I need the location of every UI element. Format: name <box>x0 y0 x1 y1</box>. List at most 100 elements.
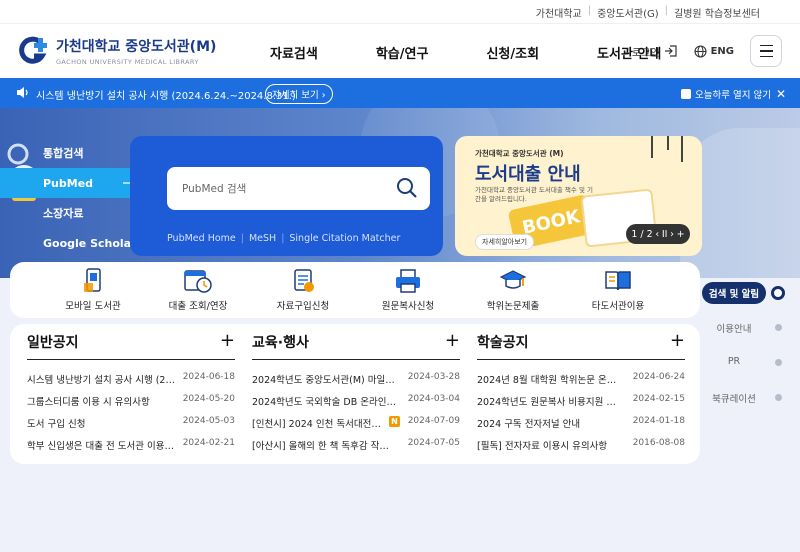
banner-title: 도서대출 안내 <box>475 164 581 185</box>
hamburger-menu-button[interactable] <box>750 35 782 67</box>
list-item-title: [아산시] 올해의 한 책 독후감 작품 공모 <box>252 441 396 452</box>
list-item[interactable]: 학부 신입생은 대출 전 도서관 이용교육을 이수해야 합니다 2024-02-2… <box>27 432 235 454</box>
promo-banner[interactable]: 가천대학교 중앙도서관 (M) 도서대출 안내 가천대학교 중앙도서관 도서대출… <box>455 136 702 256</box>
link-central-library-g[interactable]: 중앙도서관(G) <box>597 5 659 20</box>
login-label: 로그인 <box>631 47 660 59</box>
notice-more-button[interactable]: 자세히 보기 › <box>265 84 333 104</box>
prev-icon[interactable]: ‹ <box>655 229 659 240</box>
today-close-option[interactable]: 오늘하루 열지 않기 ✕ <box>680 87 786 101</box>
section-pr[interactable]: PR <box>700 356 768 367</box>
quick-loan-renewal[interactable]: 대출 조회/연장 <box>148 268 248 312</box>
nav-search[interactable]: 자료검색 <box>270 43 318 62</box>
plus-icon[interactable]: + <box>445 330 460 351</box>
list-item[interactable]: [인천시] 2024 인천 독서대전 안내 N 2024-07-09 <box>252 410 460 432</box>
calendar-clock-icon <box>184 270 212 293</box>
list-item-date: 2024-06-24 <box>632 372 685 382</box>
language-label: ENG <box>710 45 734 57</box>
search-placeholder: PubMed 검색 <box>182 183 247 195</box>
list-item-title: 시스템 냉난방기 설치 공사 시행 (2024.6.24.~2024.8.31.… <box>27 375 175 386</box>
section-book-curation[interactable]: 북큐레이션 <box>700 391 768 405</box>
tab-pubmed-label: PubMed <box>43 176 94 190</box>
site-header: 가천대학교 중앙도서관(M) GACHON UNIVERSITY MEDICAL… <box>0 24 800 78</box>
quick-loan-renewal-label: 대출 조회/연장 <box>168 301 228 312</box>
nav-apply-inquiry[interactable]: 신청/조회 <box>486 43 539 62</box>
list-item[interactable]: 그룹스터디룸 이용 시 유의사항 2024-05-20 <box>27 388 235 410</box>
list-item[interactable]: [아산시] 올해의 한 책 독후감 작품 공모 2024-07-05 <box>252 432 460 454</box>
next-icon[interactable]: › <box>670 229 674 240</box>
notice-boards: 일반공지 + 시스템 냉난방기 설치 공사 시행 (2024.6.24.~2024… <box>10 324 700 464</box>
link-gachon[interactable]: 가천대학교 <box>536 5 582 20</box>
board-education-events: 교육·행사 + 2024학년도 중앙도서관(M) 마일리지 이벤트 2024-03-… <box>252 330 460 454</box>
document-request-icon <box>294 269 314 292</box>
section-search-notices[interactable]: 검색 및 알림 <box>702 282 766 304</box>
new-badge: N <box>389 416 400 427</box>
board-academic-notices: 학술공지 + 2024년 8월 대학원 학위논문 온라인 제출 안내 2024-06… <box>477 330 685 454</box>
list-item-title: 2024학년도 국외학술 DB 온라인 교육 안내 <box>252 397 396 408</box>
list-item-title: 도서 구입 신청 <box>27 419 86 430</box>
link-mesh[interactable]: MeSH <box>249 233 276 244</box>
login-icon <box>664 45 677 57</box>
language-button[interactable]: ENG <box>694 44 734 58</box>
link-pubmed-home[interactable]: PubMed Home <box>167 233 236 244</box>
notice-more-label: 자세히 보기 <box>272 90 319 101</box>
today-checkbox[interactable] <box>680 89 691 99</box>
quick-menu: 모바일 도서관 대출 조회/연장 자료구입신청 원문복사신청 학위논문제출 타도… <box>10 262 700 318</box>
list-item[interactable]: 시스템 냉난방기 설치 공사 시행 (2024.6.24.~2024.8.31.… <box>27 366 235 388</box>
list-item-date: 2024-03-04 <box>407 394 460 404</box>
pause-icon[interactable]: II <box>662 229 668 240</box>
active-ring-icon <box>771 286 785 300</box>
list-item-title: 2024학년도 중앙도서관(M) 마일리지 이벤트 <box>252 375 396 386</box>
list-item-date: 2024-02-15 <box>632 394 685 404</box>
plus-icon[interactable]: + <box>677 229 685 240</box>
nav-learning-research[interactable]: 학습/연구 <box>376 43 429 62</box>
list-item-title: 학부 신입생은 대출 전 도서관 이용교육을 이수해야 합니다 <box>27 441 175 452</box>
list-item-date: 2024-05-03 <box>182 416 235 426</box>
logo-mark-icon <box>18 36 52 66</box>
board-title: 교육·행사 <box>252 335 309 351</box>
quick-other-library[interactable]: 타도서관이용 <box>568 268 668 312</box>
plus-icon[interactable]: + <box>220 330 235 351</box>
list-item[interactable]: 2024학년도 국외학술 DB 온라인 교육 안내 2024-03-04 <box>252 388 460 410</box>
library-logo[interactable]: 가천대학교 중앙도서관(M) GACHON UNIVERSITY MEDICAL… <box>18 36 216 66</box>
quick-copy-request[interactable]: 원문복사신청 <box>358 268 458 312</box>
list-item-title: 2024 구독 전자저널 안내 <box>477 419 581 430</box>
close-icon[interactable]: ✕ <box>776 87 786 101</box>
quick-mobile-library[interactable]: 모바일 도서관 <box>43 268 143 312</box>
list-item-title: 그룹스터디룸 이용 시 유의사항 <box>27 397 150 408</box>
list-item-date: 2024-01-18 <box>632 416 685 426</box>
list-item[interactable]: 2024학년도 중앙도서관(M) 마일리지 이벤트 2024-03-28 <box>252 366 460 388</box>
board-title: 학술공지 <box>477 335 529 351</box>
list-item[interactable]: 2024년 8월 대학원 학위논문 온라인 제출 안내 2024-06-24 <box>477 366 685 388</box>
list-item[interactable]: 2024 구독 전자저널 안내 2024-01-18 <box>477 410 685 432</box>
quick-purchase-request[interactable]: 자료구입신청 <box>253 268 353 312</box>
globe-icon <box>694 44 707 58</box>
search-icon[interactable] <box>396 177 418 199</box>
section-usage-guide[interactable]: 이용안내 <box>700 321 768 335</box>
list-item[interactable]: [필독] 전자자료 이용시 유의사항 2016-08-08 <box>477 432 685 454</box>
quick-thesis-submission[interactable]: 학위논문제출 <box>463 268 563 312</box>
list-item-title: [필독] 전자자료 이용시 유의사항 <box>477 441 608 452</box>
list-item-date: 2024-02-21 <box>182 438 235 448</box>
list-item-date: 2024-05-20 <box>182 394 235 404</box>
list-item-date: 2024-06-18 <box>182 372 235 382</box>
banner-subtitle: 가천대학교 중앙도서관 (M) <box>475 149 564 158</box>
graduation-cap-icon <box>499 270 527 289</box>
search-panel: PubMed 검색 PubMed Home | MeSH | Single Cita… <box>130 136 443 256</box>
quick-thesis-submission-label: 학위논문제출 <box>486 301 540 312</box>
search-input[interactable]: PubMed 검색 <box>167 167 430 210</box>
utility-bar: 가천대학교 | 중앙도서관(G) | 길병원 학습정보센터 <box>0 0 800 24</box>
banner-more-button[interactable]: 자세히알아보기 <box>475 234 535 250</box>
link-gil-hospital-center[interactable]: 길병원 학습정보센터 <box>674 5 760 20</box>
notice-text[interactable]: 시스템 냉난방기 설치 공사 시행 (2024.6.24.~2024.8.31.… <box>36 87 296 102</box>
list-item[interactable]: 도서 구입 신청 2024-05-03 <box>27 410 235 432</box>
login-button[interactable]: 로그인 <box>632 44 678 59</box>
board-title: 일반공지 <box>27 335 79 351</box>
plus-icon[interactable]: + <box>670 330 685 351</box>
printer-icon <box>396 269 420 293</box>
link-single-citation-matcher[interactable]: Single Citation Matcher <box>289 233 400 244</box>
list-item[interactable]: 2024학년도 원문복사 비용지원 안내 2024-02-15 <box>477 388 685 410</box>
logo-title: 가천대학교 중앙도서관(M) <box>56 39 217 55</box>
pubmed-links: PubMed Home | MeSH | Single Citation Match… <box>167 233 401 244</box>
list-item-title: 2024학년도 원문복사 비용지원 안내 <box>477 397 623 408</box>
pager-count: 1 / 2 <box>631 228 653 240</box>
